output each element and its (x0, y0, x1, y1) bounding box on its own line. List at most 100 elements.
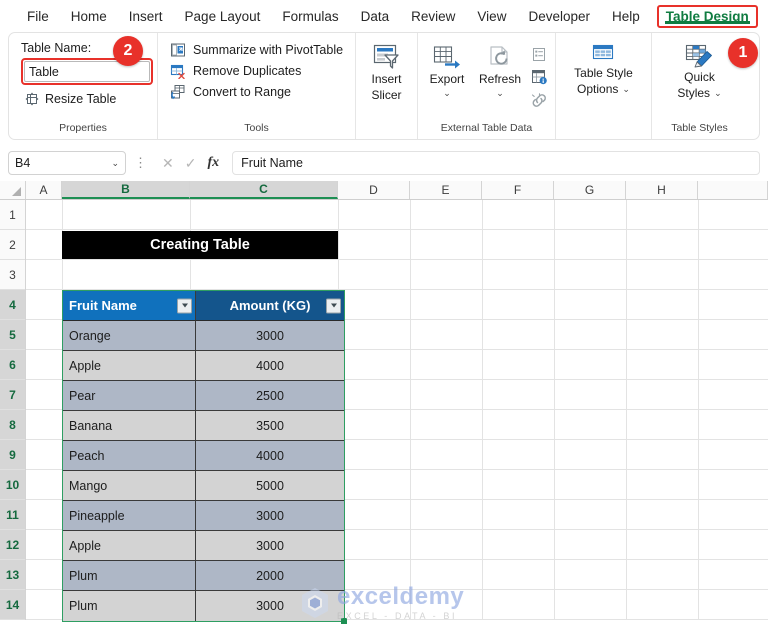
sheet-area[interactable]: Creating Table Fruit Name Amount (KG) Or… (26, 200, 768, 624)
quick-styles-button[interactable]: Quick Styles ⌄ (677, 39, 722, 122)
resize-table-button[interactable]: Resize Table (21, 92, 153, 106)
table-row[interactable]: Plum 3000 (63, 591, 344, 621)
open-in-browser-button[interactable] (528, 67, 550, 87)
cell-amount[interactable]: 3000 (196, 531, 344, 561)
cell-amount[interactable]: 3000 (196, 591, 344, 621)
table-row[interactable]: Apple 4000 (63, 351, 344, 381)
quick-styles-chevron-down-icon[interactable]: ⌄ (714, 89, 722, 98)
table-style-options-button[interactable]: Table Style Options ⌄ (574, 39, 633, 122)
cell-fruit-name[interactable]: Banana (63, 411, 196, 441)
refresh-chevron-down-icon[interactable]: ⌄ (496, 88, 504, 98)
tab-formulas[interactable]: Formulas (271, 5, 349, 28)
cell-fruit-name[interactable]: Plum (63, 591, 196, 621)
row-header-14[interactable]: 14 (0, 590, 25, 620)
cell-fruit-name[interactable]: Pear (63, 381, 196, 411)
cell-fruit-name[interactable]: Apple (63, 531, 196, 561)
remove-duplicates-button[interactable]: Remove Duplicates (170, 63, 343, 79)
table-row[interactable]: Banana 3500 (63, 411, 344, 441)
cell-amount[interactable]: 5000 (196, 471, 344, 501)
column-header-f[interactable]: F (482, 181, 554, 199)
tab-view[interactable]: View (466, 5, 517, 28)
row-header-8[interactable]: 8 (0, 410, 25, 440)
cell-amount[interactable]: 3000 (196, 501, 344, 531)
cell-amount[interactable]: 2000 (196, 561, 344, 591)
column-header-b[interactable]: B (62, 181, 190, 199)
cell-amount[interactable]: 2500 (196, 381, 344, 411)
export-chevron-down-icon[interactable]: ⌄ (443, 88, 451, 98)
column-header-a[interactable]: A (26, 181, 62, 199)
insert-slicer-label-line2: Slicer (371, 87, 402, 102)
cancel-icon[interactable]: ✕ (162, 155, 174, 172)
cell-fruit-name[interactable]: Orange (63, 321, 196, 351)
row-header-1[interactable]: 1 (0, 200, 25, 230)
table-header-fruit-name[interactable]: Fruit Name (63, 291, 196, 321)
cell-fruit-name[interactable]: Mango (63, 471, 196, 501)
select-all-corner[interactable] (0, 181, 26, 199)
tab-file[interactable]: File (16, 5, 60, 28)
name-box[interactable]: B4 ⌄ (8, 151, 126, 175)
row-header-7[interactable]: 7 (0, 380, 25, 410)
row-header-10[interactable]: 10 (0, 470, 25, 500)
filter-dropdown-fruit-name-icon[interactable] (177, 298, 192, 313)
formula-bar-more-icon[interactable]: ⋮ (132, 155, 149, 171)
table-row[interactable]: Plum 2000 (63, 561, 344, 591)
row-header-11[interactable]: 11 (0, 500, 25, 530)
group-label-tools: Tools (244, 122, 269, 134)
cell-amount[interactable]: 3500 (196, 411, 344, 441)
row-header-13[interactable]: 13 (0, 560, 25, 590)
group-label-table-style-options (560, 122, 647, 137)
cell-fruit-name[interactable]: Plum (63, 561, 196, 591)
insert-slicer-button[interactable]: Insert Slicer (371, 39, 402, 122)
row-header-3[interactable]: 3 (0, 260, 25, 290)
cell-fruit-name[interactable]: Peach (63, 441, 196, 471)
summarize-with-pivottable-button[interactable]: Summarize with PivotTable (170, 42, 343, 58)
tab-developer[interactable]: Developer (517, 5, 601, 28)
cell-fruit-name[interactable]: Apple (63, 351, 196, 381)
tab-table-design[interactable]: Table Design (656, 4, 758, 28)
row-header-5[interactable]: 5 (0, 320, 25, 350)
formula-input[interactable]: Fruit Name (232, 151, 760, 175)
unlink-button[interactable] (528, 90, 550, 110)
row-header-2[interactable]: 2 (0, 230, 25, 260)
tab-home[interactable]: Home (60, 5, 118, 28)
column-header-g[interactable]: G (554, 181, 626, 199)
cell-fruit-name[interactable]: Pineapple (63, 501, 196, 531)
cell-amount[interactable]: 4000 (196, 351, 344, 381)
row-header-12[interactable]: 12 (0, 530, 25, 560)
refresh-button[interactable]: Refresh ⌄ (474, 41, 526, 98)
connection-properties-button[interactable] (528, 44, 550, 64)
table-resize-handle[interactable] (341, 618, 347, 624)
tab-help[interactable]: Help (601, 5, 651, 28)
table-row[interactable]: Pear 2500 (63, 381, 344, 411)
ribbon-group-tools: Summarize with PivotTable Remove Duplica… (157, 33, 355, 139)
name-box-chevron-down-icon[interactable]: ⌄ (111, 158, 119, 168)
row-header-4[interactable]: 4 (0, 290, 25, 320)
table-row[interactable]: Mango 5000 (63, 471, 344, 501)
fx-icon[interactable]: fx (207, 155, 219, 171)
tab-review[interactable]: Review (400, 5, 466, 28)
cell-amount[interactable]: 3000 (196, 321, 344, 351)
column-header-d[interactable]: D (338, 181, 410, 199)
column-header-h[interactable]: H (626, 181, 698, 199)
group-label-table-styles: Table Styles (671, 122, 728, 134)
table-header-amount[interactable]: Amount (KG) (196, 291, 344, 321)
convert-to-range-button[interactable]: Convert to Range (170, 84, 343, 100)
refresh-icon (486, 45, 514, 71)
column-header-c[interactable]: C (190, 181, 338, 199)
table-row[interactable]: Apple 3000 (63, 531, 344, 561)
column-header-i[interactable] (698, 181, 768, 199)
enter-icon[interactable]: ✓ (185, 155, 197, 172)
filter-dropdown-amount-icon[interactable] (326, 298, 341, 313)
export-button[interactable]: Export ⌄ (422, 41, 472, 98)
tab-insert[interactable]: Insert (118, 5, 174, 28)
tab-page-layout[interactable]: Page Layout (174, 5, 272, 28)
tab-data[interactable]: Data (350, 5, 401, 28)
table-row[interactable]: Pineapple 3000 (63, 501, 344, 531)
row-header-6[interactable]: 6 (0, 350, 25, 380)
table-row[interactable]: Orange 3000 (63, 321, 344, 351)
table-row[interactable]: Peach 4000 (63, 441, 344, 471)
table-style-options-chevron-down-icon[interactable]: ⌄ (622, 85, 630, 94)
column-header-e[interactable]: E (410, 181, 482, 199)
row-header-9[interactable]: 9 (0, 440, 25, 470)
cell-amount[interactable]: 4000 (196, 441, 344, 471)
